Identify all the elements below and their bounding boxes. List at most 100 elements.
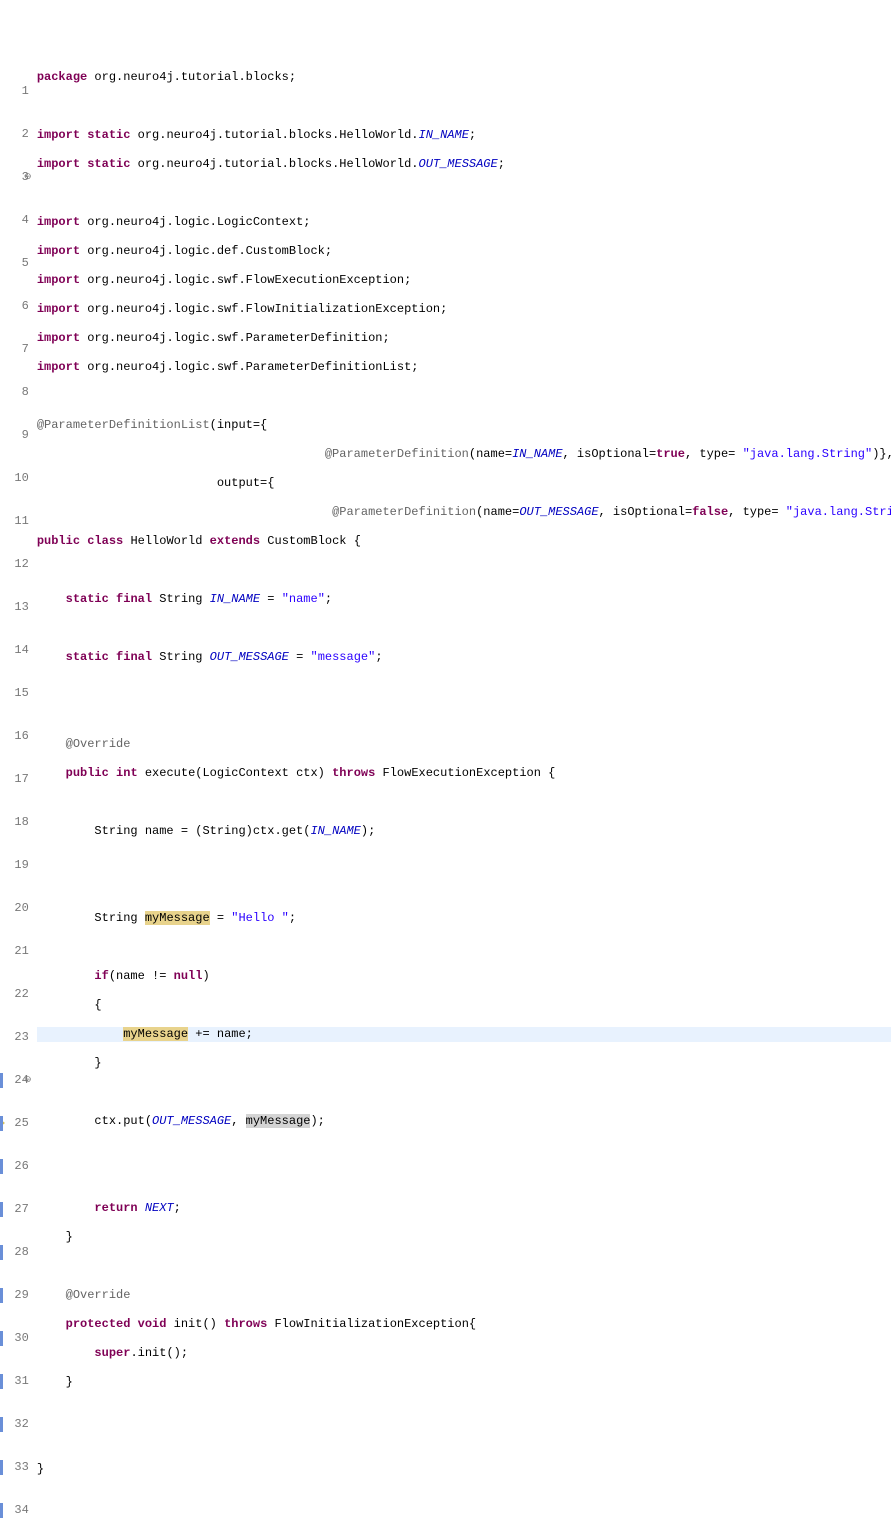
line-number: 34 (0, 1503, 29, 1518)
code-line[interactable]: import static org.neuro4j.tutorial.block… (37, 157, 891, 172)
code-line[interactable] (37, 621, 891, 636)
code-line[interactable]: import org.neuro4j.logic.swf.FlowExecuti… (37, 273, 891, 288)
code-line[interactable]: import static org.neuro4j.tutorial.block… (37, 128, 891, 143)
code-line[interactable] (37, 1404, 891, 1419)
code-line[interactable]: String myMessage = "Hello "; (37, 911, 891, 926)
code-line[interactable]: @ParameterDefinition(name=OUT_MESSAGE, i… (37, 505, 891, 520)
current-line[interactable]: myMessage += name; (37, 1027, 891, 1042)
fold-icon[interactable]: ⊖ (24, 1073, 32, 1088)
code-line[interactable] (37, 389, 891, 404)
line-number: 23 (0, 1030, 29, 1045)
line-number: 22 (0, 987, 29, 1002)
code-line[interactable]: import org.neuro4j.logic.swf.ParameterDe… (37, 360, 891, 375)
code-line[interactable] (37, 853, 891, 868)
line-number: 11 (0, 514, 29, 529)
line-number: 9 (0, 428, 29, 443)
line-number: 4 (0, 213, 29, 228)
change-marker-icon (0, 1116, 3, 1131)
code-area[interactable]: package org.neuro4j.tutorial.blocks; imp… (31, 56, 891, 826)
line-number: 27 (0, 1202, 29, 1217)
code-line[interactable] (37, 186, 891, 201)
line-number: 29 (0, 1288, 29, 1303)
code-line[interactable]: public class HelloWorld extends CustomBl… (37, 534, 891, 549)
change-marker-icon (0, 1331, 3, 1346)
code-line[interactable]: } (37, 1230, 891, 1245)
code-line[interactable] (37, 679, 891, 694)
line-number: 20 (0, 901, 29, 916)
line-number: 31 (0, 1374, 29, 1389)
code-line[interactable]: String name = (String)ctx.get(IN_NAME); (37, 824, 891, 839)
change-marker-icon (0, 1460, 3, 1475)
line-number: 19 (0, 858, 29, 873)
code-line[interactable]: } (37, 1462, 891, 1477)
change-marker-icon (0, 1374, 3, 1389)
line-number: 7 (0, 342, 29, 357)
line-number: 26 (0, 1159, 29, 1174)
line-number: 28 (0, 1245, 29, 1260)
line-number: 17 (0, 772, 29, 787)
line-number: 33 (0, 1460, 29, 1475)
code-line[interactable] (37, 1172, 891, 1187)
code-line[interactable]: output={ (37, 476, 891, 491)
change-marker-icon (0, 1202, 3, 1217)
code-line[interactable]: import org.neuro4j.logic.swf.FlowInitial… (37, 302, 891, 317)
code-line[interactable] (37, 1085, 891, 1100)
code-line[interactable] (37, 1143, 891, 1158)
code-line[interactable]: if(name != null) (37, 969, 891, 984)
code-editor[interactable]: 1 2 3⊖ 4 5 6 7 8 9 10 11 12 13 14 15 16 … (0, 56, 891, 826)
line-number: 25 (0, 1116, 29, 1131)
change-marker-icon (0, 1288, 3, 1303)
line-number: 13 (0, 600, 29, 615)
code-line[interactable]: @Override (37, 737, 891, 752)
code-line[interactable]: @ParameterDefinition(name=IN_NAME, isOpt… (37, 447, 891, 462)
line-number: 16 (0, 729, 29, 744)
code-line[interactable]: import org.neuro4j.logic.def.CustomBlock… (37, 244, 891, 259)
code-line[interactable] (37, 795, 891, 810)
line-number: 15 (0, 686, 29, 701)
code-line[interactable]: return NEXT; (37, 1201, 891, 1216)
line-number: 24⊖ (0, 1073, 29, 1088)
code-line[interactable]: } (37, 1375, 891, 1390)
code-line[interactable]: static final String OUT_MESSAGE = "messa… (37, 650, 891, 665)
code-line[interactable] (37, 1259, 891, 1274)
change-marker-icon (0, 1073, 3, 1088)
variable-highlight: myM (123, 1027, 145, 1041)
code-line[interactable]: ctx.put(OUT_MESSAGE, myMessage); (37, 1114, 891, 1129)
code-line[interactable] (37, 1433, 891, 1448)
line-number: 3⊖ (0, 170, 29, 185)
code-line[interactable] (37, 1491, 891, 1506)
code-line[interactable]: package org.neuro4j.tutorial.blocks; (37, 70, 891, 85)
change-marker-icon (0, 1503, 3, 1518)
variable-highlight: myMessage (145, 911, 210, 925)
code-line[interactable] (37, 882, 891, 897)
code-line[interactable] (37, 99, 891, 114)
code-line[interactable] (37, 940, 891, 955)
code-line[interactable]: public int execute(LogicContext ctx) thr… (37, 766, 891, 781)
line-number-gutter: 1 2 3⊖ 4 5 6 7 8 9 10 11 12 13 14 15 16 … (0, 56, 31, 826)
variable-highlight: myMessage (246, 1114, 311, 1128)
variable-highlight: essage (145, 1027, 188, 1041)
code-line[interactable] (37, 563, 891, 578)
code-line[interactable]: import org.neuro4j.logic.LogicContext; (37, 215, 891, 230)
line-number: 8 (0, 385, 29, 400)
line-number: 6 (0, 299, 29, 314)
fold-icon[interactable]: ⊖ (24, 170, 32, 185)
code-line[interactable]: @ParameterDefinitionList(input={ (37, 418, 891, 433)
change-marker-icon (0, 1417, 3, 1432)
line-number: 32 (0, 1417, 29, 1432)
line-number: 2 (0, 127, 29, 142)
line-number: 18 (0, 815, 29, 830)
code-line[interactable]: } (37, 1056, 891, 1071)
line-number: 14 (0, 643, 29, 658)
line-number: 21 (0, 944, 29, 959)
code-line[interactable] (37, 708, 891, 723)
code-line[interactable]: protected void init() throws FlowInitial… (37, 1317, 891, 1332)
change-marker-icon (0, 1159, 3, 1174)
code-line[interactable]: super.init(); (37, 1346, 891, 1361)
code-line[interactable]: { (37, 998, 891, 1013)
line-number: 10 (0, 471, 29, 486)
line-number: 12 (0, 557, 29, 572)
code-line[interactable]: @Override (37, 1288, 891, 1303)
code-line[interactable]: import org.neuro4j.logic.swf.ParameterDe… (37, 331, 891, 346)
code-line[interactable]: static final String IN_NAME = "name"; (37, 592, 891, 607)
